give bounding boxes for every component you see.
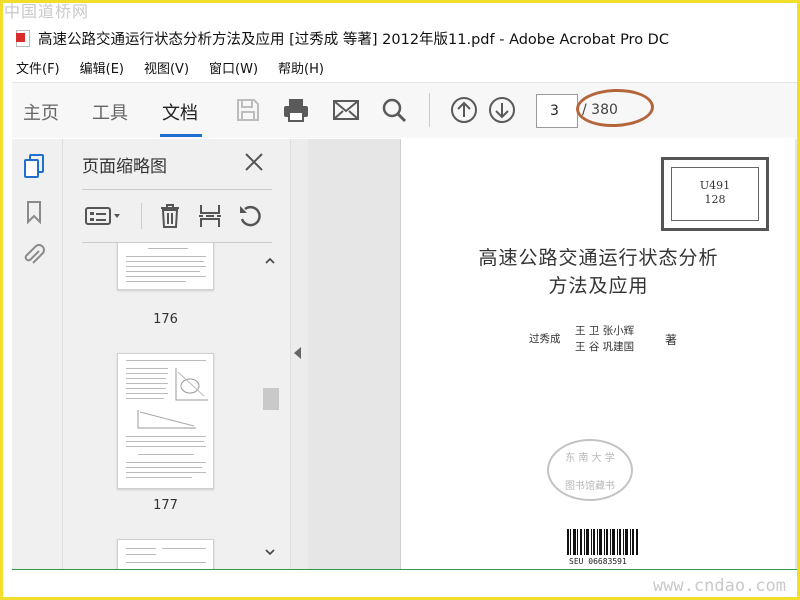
book-title-line1: 高速公路交通运行状态分析 [478, 247, 719, 269]
page-down-icon[interactable] [486, 95, 518, 125]
tab-home[interactable]: 主页 [23, 99, 59, 125]
panel-divider [82, 189, 272, 190]
page-up-icon[interactable] [448, 95, 480, 125]
seal-text-bottom: 图书馆藏书 [565, 481, 615, 492]
window-title: 高速公路交通运行状态分析方法及应用 [过秀成 等著] 2012年版11.pdf … [38, 31, 669, 48]
call-number-line2: 128 [704, 193, 726, 206]
active-tab-indicator [160, 134, 202, 137]
thumbnail-list: 176 177 [63, 243, 261, 569]
main-toolbar: 主页 工具 文档 3 / 380 [12, 82, 797, 138]
book-title-line2: 方法及应用 [548, 275, 649, 297]
email-icon[interactable] [330, 95, 362, 125]
author-first: 过秀成 [529, 333, 561, 345]
menu-help[interactable]: 帮助(H) [278, 58, 324, 77]
page-thumbnails-panel: 页面缩略图 176 177 [63, 139, 290, 569]
barcode-number: SEU 06683591 [569, 557, 627, 566]
menu-edit[interactable]: 编辑(E) [80, 58, 124, 77]
annotation-oval [575, 87, 655, 129]
pdf-page: U491 128 高速公路交通运行状态分析 方法及应用 过秀成 王 卫 张小辉 … [400, 139, 795, 569]
call-number-line1: U491 [699, 179, 731, 192]
attachment-icon[interactable] [21, 243, 47, 269]
page-number-input[interactable]: 3 [536, 94, 578, 128]
page-thumbnail[interactable] [117, 243, 214, 290]
call-number-stamp: U491 128 [661, 157, 769, 231]
page-thumbnail[interactable] [117, 539, 214, 569]
print-icon[interactable] [280, 95, 312, 125]
menu-window[interactable]: 窗口(W) [209, 58, 258, 77]
scroll-down-icon[interactable] [264, 546, 276, 558]
scroll-up-icon[interactable] [264, 255, 276, 267]
library-seal: 东 南 大 学 图书馆藏书 [547, 439, 633, 501]
menu-bar: 文件(F) 编辑(E) 视图(V) 窗口(W) 帮助(H) [3, 56, 344, 78]
thumbnail-scrollbar[interactable] [261, 243, 279, 569]
menu-view[interactable]: 视图(V) [144, 58, 189, 77]
page-thumbnail[interactable] [117, 353, 214, 489]
navigation-pane [12, 139, 63, 569]
authors-row2: 王 谷 巩建国 [575, 341, 635, 353]
insert-page-icon[interactable] [195, 201, 225, 231]
call-number-inner: U491 128 [671, 167, 759, 221]
tab-document[interactable]: 文档 [162, 99, 198, 125]
scroll-thumb[interactable] [263, 388, 279, 410]
bookmark-icon[interactable] [21, 199, 47, 225]
watermark-url: www.cndao.com [652, 576, 786, 596]
panel-collapse-strip[interactable] [290, 139, 308, 569]
panel-title: 页面缩略图 [82, 157, 167, 177]
collapse-arrow-icon[interactable] [294, 347, 301, 359]
toolbar-separator [429, 93, 430, 127]
page-thumbnails-icon[interactable] [21, 153, 47, 179]
save-icon[interactable] [232, 95, 264, 125]
close-icon[interactable] [243, 151, 265, 173]
rotate-page-icon[interactable] [235, 201, 265, 231]
authors-row1: 王 卫 张小辉 [575, 325, 635, 337]
panel-tool-separator [141, 203, 142, 229]
delete-page-icon[interactable] [155, 201, 185, 231]
barcode-icon [567, 529, 638, 555]
seal-text-top: 东 南 大 学 [565, 453, 615, 464]
watermark-site-name: 中国道桥网 [4, 2, 90, 21]
tab-tools[interactable]: 工具 [92, 99, 128, 125]
bottom-border [12, 569, 797, 570]
document-view[interactable]: U491 128 高速公路交通运行状态分析 方法及应用 过秀成 王 卫 张小辉 … [308, 139, 797, 569]
search-icon[interactable] [378, 95, 410, 125]
title-bar: 高速公路交通运行状态分析方法及应用 [过秀成 等著] 2012年版11.pdf … [3, 26, 797, 50]
thumbnail-page-number: 177 [153, 498, 178, 513]
pdf-file-icon [16, 29, 30, 47]
thumbnail-page-number: 176 [153, 312, 178, 327]
thumbnail-options-icon[interactable] [83, 201, 123, 231]
menu-file[interactable]: 文件(F) [16, 58, 60, 77]
authors-role: 著 [665, 333, 678, 347]
